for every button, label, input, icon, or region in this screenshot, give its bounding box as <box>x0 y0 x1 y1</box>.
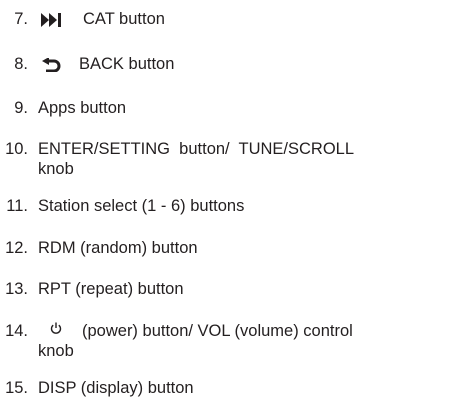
item-number: 14. <box>5 322 28 340</box>
item-label-continued: knob <box>38 160 74 178</box>
item-label: CAT button <box>83 10 165 28</box>
item-number: 8. <box>14 55 28 73</box>
item-label: RPT (repeat) button <box>38 280 184 298</box>
power-icon <box>50 322 62 335</box>
item-number: 15. <box>5 379 28 397</box>
item-label-continued: knob <box>38 342 74 360</box>
item-label: Apps button <box>38 99 127 117</box>
skip-forward-icon <box>41 12 65 27</box>
item-number: 13. <box>5 280 28 298</box>
item-number: 9. <box>14 99 28 117</box>
item-number: 7. <box>14 10 28 28</box>
item-number: 10. <box>5 140 28 158</box>
item-label: DISP (display) button <box>38 379 194 397</box>
item-label: (power) button/ VOL (volume) control <box>82 322 353 340</box>
button-description-list: 7. CAT button 8. BACK button 9. Apps but… <box>0 0 470 404</box>
back-arrow-icon <box>42 57 62 72</box>
item-number: 12. <box>5 239 28 257</box>
item-label: ENTER/SETTING button/ TUNE/SCROLL <box>38 140 355 158</box>
item-number: 11. <box>6 197 28 215</box>
item-label: RDM (random) button <box>38 239 198 257</box>
item-label: Station select (1 - 6) buttons <box>38 197 245 215</box>
item-label: BACK button <box>79 55 175 73</box>
